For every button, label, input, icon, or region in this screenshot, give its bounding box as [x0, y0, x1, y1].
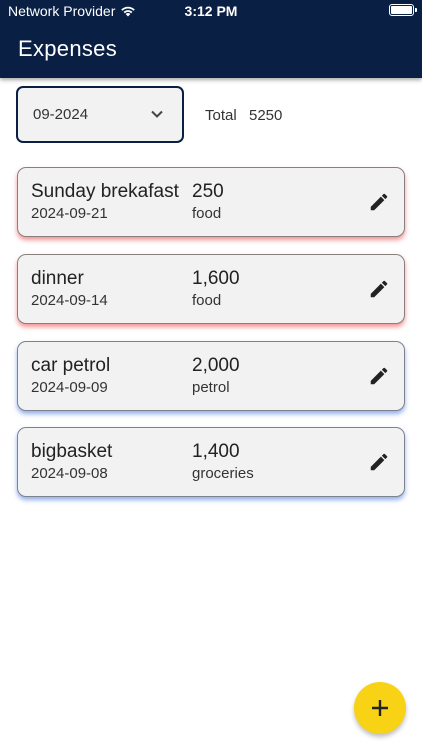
- total-label: Total: [205, 107, 237, 124]
- expense-date: 2024-09-14: [31, 292, 108, 309]
- battery-icon: [389, 4, 417, 16]
- month-dropdown[interactable]: 09-2024: [16, 86, 184, 143]
- expense-name: Sunday brekafast: [31, 181, 179, 202]
- expense-category: petrol: [192, 379, 230, 396]
- expense-name: dinner: [31, 268, 84, 289]
- expense-category: food: [192, 292, 222, 309]
- expense-date: 2024-09-09: [31, 379, 108, 396]
- pencil-icon[interactable]: [368, 365, 390, 387]
- expense-category: groceries: [192, 465, 254, 482]
- expense-card[interactable]: bigbasket 2024-09-08 1,400 groceries: [17, 427, 405, 497]
- expense-amount: 2,000: [192, 355, 240, 376]
- chevron-down-icon: [151, 110, 163, 118]
- expense-category: food: [192, 205, 222, 222]
- expense-date: 2024-09-08: [31, 465, 108, 482]
- add-expense-button[interactable]: [354, 682, 406, 734]
- status-time: 3:12 PM: [184, 3, 238, 19]
- page-title: Expenses: [18, 36, 118, 61]
- pencil-icon[interactable]: [368, 451, 390, 473]
- total-value: 5250: [249, 107, 283, 124]
- expense-amount: 1,400: [192, 441, 240, 462]
- pencil-icon[interactable]: [368, 278, 390, 300]
- expense-card[interactable]: Sunday brekafast 2024-09-21 250 food: [17, 167, 405, 237]
- expense-name: car petrol: [31, 355, 111, 376]
- status-bar: Network Provider 3:12 PM: [0, 0, 422, 22]
- expense-card[interactable]: car petrol 2024-09-09 2,000 petrol: [17, 341, 405, 411]
- expense-card[interactable]: dinner 2024-09-14 1,600 food: [17, 254, 405, 324]
- expense-amount: 250: [192, 181, 224, 202]
- plus-icon: [372, 700, 388, 716]
- expense-amount: 1,600: [192, 268, 240, 289]
- month-value: 09-2024: [33, 106, 89, 123]
- pencil-icon[interactable]: [368, 191, 390, 213]
- expense-name: bigbasket: [31, 441, 113, 462]
- expense-date: 2024-09-21: [31, 205, 108, 222]
- app-bar: Network Provider 3:12 PM Expenses: [0, 0, 422, 78]
